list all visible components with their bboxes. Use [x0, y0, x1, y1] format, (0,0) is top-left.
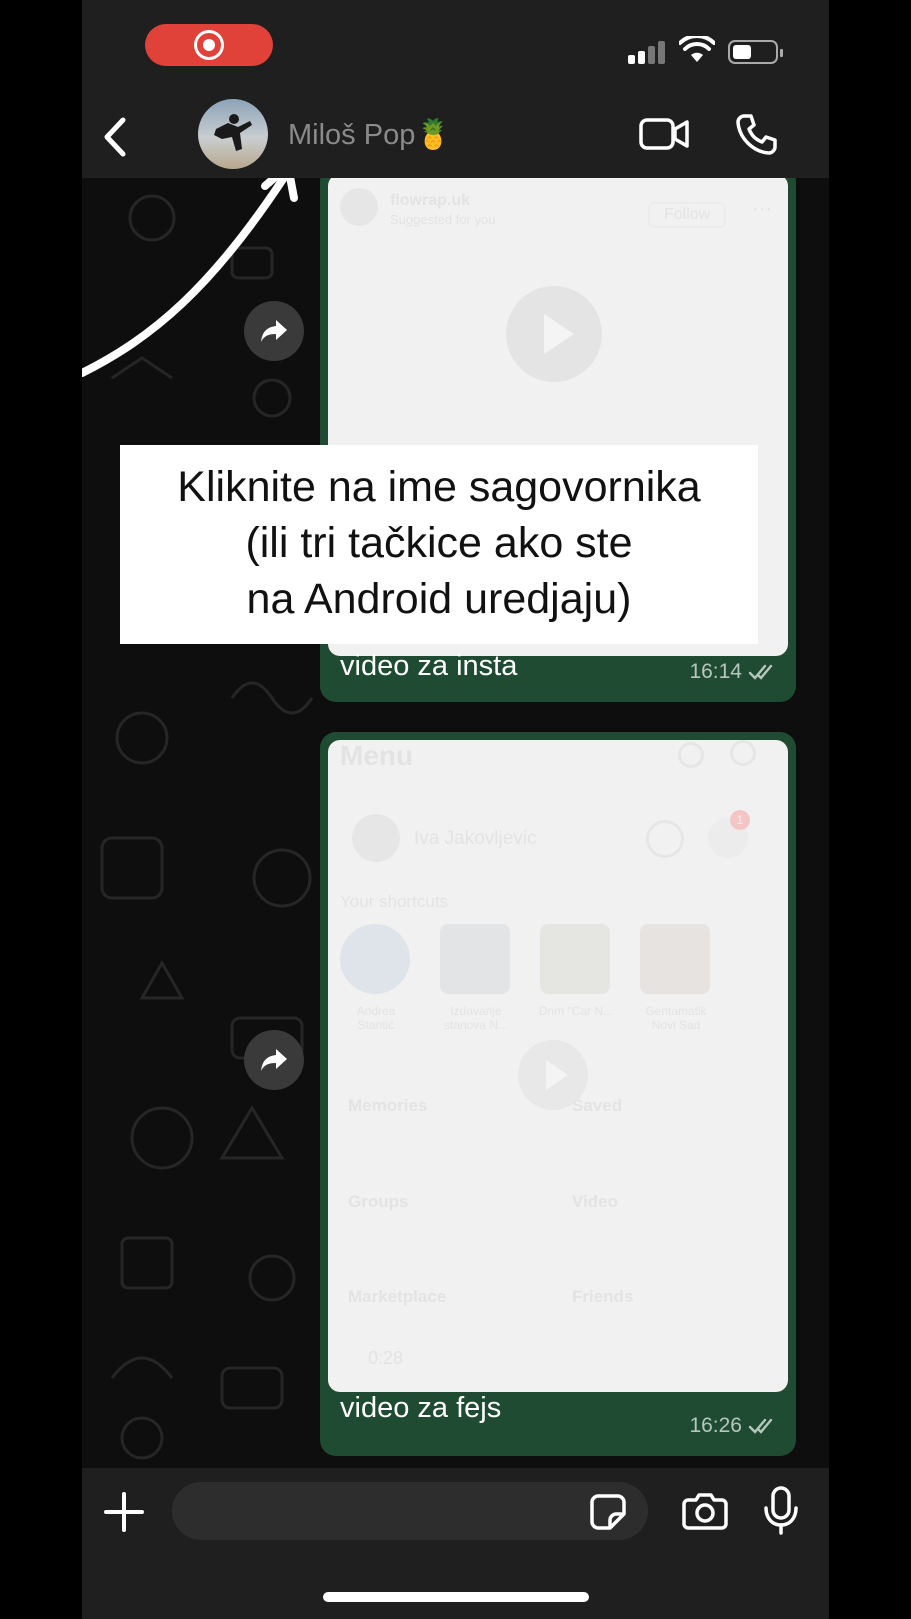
microphone-icon[interactable] — [764, 1486, 798, 1536]
profile-avatar — [352, 814, 400, 862]
shortcut-label: Izdavanje stanova N... — [443, 1004, 509, 1032]
media-tile-label: Marketplace — [348, 1287, 447, 1306]
message-meta: 16:26 — [689, 1414, 778, 1438]
chat-area[interactable]: flowrap.uk Suggested for you Follow ··· … — [82, 178, 829, 1468]
message-caption: video za fejs — [340, 1392, 502, 1424]
shortcut-image — [540, 924, 610, 994]
status-bar — [82, 0, 829, 96]
message-meta: 16:14 — [689, 660, 778, 684]
follow-button[interactable]: Follow — [648, 202, 727, 228]
message-input[interactable] — [172, 1482, 648, 1540]
account-avatar — [340, 188, 378, 226]
media-profile-name: Iva Jakovljevic — [414, 828, 537, 849]
shortcut-label: Gentamatik Novi Sad — [645, 1004, 707, 1032]
record-icon — [194, 30, 224, 60]
search-icon — [730, 740, 756, 766]
video-thumbnail[interactable]: Menu Iva Jakovljevic 1 Your shortcuts An… — [328, 740, 788, 1392]
shortcut-label: Andrea Stantić — [356, 1004, 396, 1032]
shortcut-image — [340, 924, 410, 994]
play-button[interactable] — [506, 286, 602, 382]
forward-arrow-icon — [261, 1049, 287, 1071]
forward-arrow-icon — [261, 320, 287, 342]
settings-gear-icon — [678, 742, 704, 768]
media-account-name: flowrap.uk — [390, 192, 471, 209]
media-menu-title: Menu — [340, 740, 414, 771]
shortcut-image — [440, 924, 510, 994]
instruction-line: na Android uredjaju) — [246, 575, 632, 623]
contact-avatar[interactable] — [198, 99, 268, 169]
instruction-line: (ili tri tačkice ako ste — [245, 519, 633, 567]
camera-icon[interactable] — [682, 1492, 728, 1530]
forward-button-1[interactable] — [244, 301, 304, 361]
message-bubble-2[interactable]: Menu Iva Jakovljevic 1 Your shortcuts An… — [320, 732, 796, 1456]
message-composer — [82, 1468, 829, 1619]
attach-plus-icon[interactable] — [104, 1492, 144, 1532]
notification-badge: 1 — [730, 810, 750, 830]
media-subtitle: Suggested for you — [390, 212, 496, 227]
phone-call-icon[interactable] — [734, 112, 778, 156]
battery-icon — [728, 40, 783, 64]
back-chevron-icon[interactable] — [96, 114, 136, 160]
phone-screen: Miloš Pop🍍 flowrap.uk Suggested for you … — [82, 0, 829, 1619]
wifi-icon — [679, 36, 715, 62]
media-tile-label: Friends — [572, 1287, 634, 1306]
message-caption: video za insta — [340, 650, 518, 682]
media-shortcuts-label: Your shortcuts — [340, 892, 449, 911]
forward-button-2[interactable] — [244, 1030, 304, 1090]
sticker-icon[interactable] — [590, 1494, 626, 1530]
media-tile-label: Saved — [572, 1096, 623, 1115]
switch-profile-icon — [646, 820, 684, 858]
media-tile-label: Video — [572, 1192, 618, 1211]
video-call-icon[interactable] — [638, 114, 690, 154]
message-time: 16:14 — [689, 660, 742, 683]
media-tile-label: Memories — [348, 1096, 428, 1115]
more-options-icon[interactable]: ··· — [752, 198, 772, 221]
chat-header: Miloš Pop🍍 — [82, 96, 829, 178]
play-icon — [544, 314, 574, 354]
home-indicator[interactable] — [323, 1592, 589, 1602]
shortcut-label: Dnm "Car N... — [538, 1004, 614, 1018]
screen-recording-indicator[interactable] — [145, 24, 273, 66]
message-time: 16:26 — [689, 1414, 742, 1437]
person-silhouette-icon — [214, 114, 252, 151]
instruction-banner: Kliknite na ime sagovornika (ili tri tač… — [120, 445, 758, 644]
video-duration: 0:28 — [368, 1348, 404, 1368]
cellular-signal-icon — [628, 40, 668, 64]
media-tile-label: Groups — [348, 1192, 409, 1211]
double-check-icon — [748, 1418, 773, 1434]
shortcut-image — [640, 924, 710, 994]
instruction-line: Kliknite na ime sagovornika — [177, 463, 701, 511]
double-check-icon — [748, 664, 773, 680]
contact-name[interactable]: Miloš Pop🍍 — [288, 118, 451, 152]
